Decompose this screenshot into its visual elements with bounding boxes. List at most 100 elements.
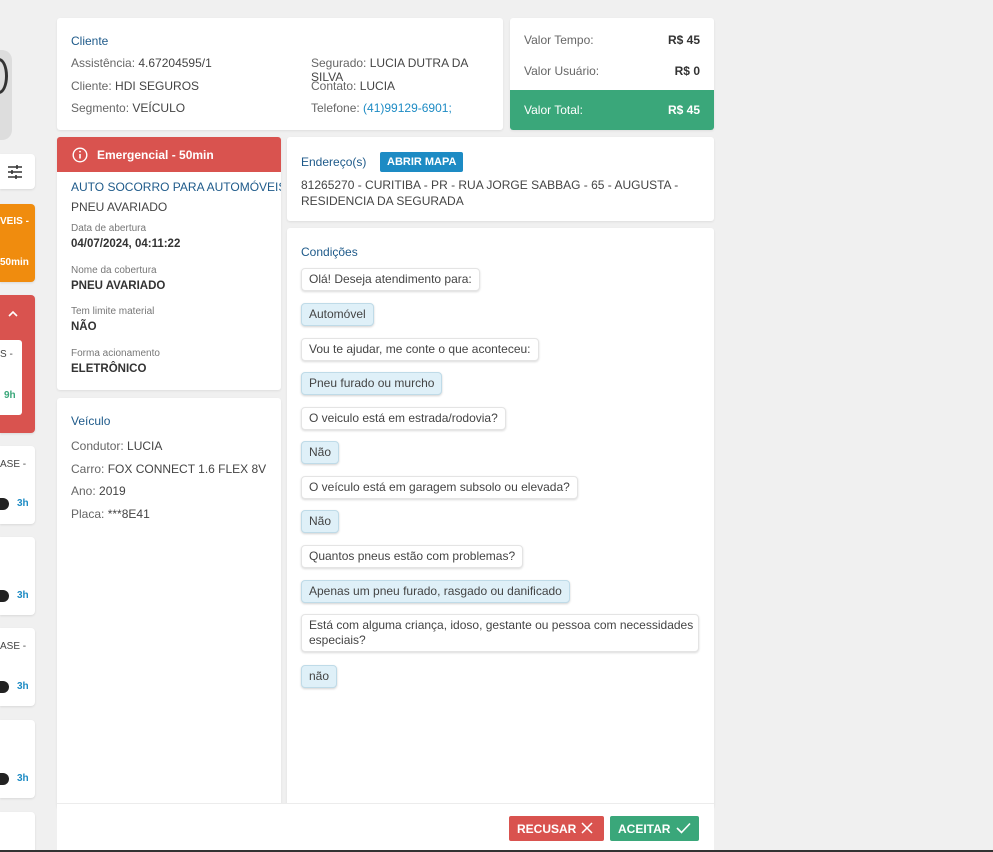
- check-icon: [676, 822, 691, 834]
- open-map-label: ABRIR MAPA: [387, 156, 457, 168]
- chevron-up-icon: [8, 310, 18, 317]
- open-map-button[interactable]: ABRIR MAPA: [380, 152, 464, 172]
- address-line-1: 81265270 - CURITIBA - PR - RUA JORGE SAB…: [301, 178, 679, 192]
- avatar-icon: [0, 58, 8, 94]
- list-item[interactable]: [0, 812, 35, 852]
- conditions-title: Condições: [301, 245, 358, 259]
- acionamento-label: Forma acionamento: [71, 348, 160, 359]
- segurado-label: Segurado:: [311, 56, 367, 70]
- reject-label: RECUSAR: [517, 822, 577, 836]
- conditions-card: Condições Olá! Deseja atendimento para: …: [287, 228, 714, 808]
- ano-value: 2019: [99, 484, 126, 498]
- list-item-time: 3h: [17, 498, 29, 509]
- carro-label: Carro:: [71, 462, 105, 476]
- values-card: Valor Tempo: R$ 45 Valor Usuário: R$ 0 V…: [510, 18, 714, 130]
- contato-value: LUCIA: [359, 79, 396, 93]
- answer-chip: Não: [301, 510, 340, 533]
- clock-icon: [0, 590, 9, 602]
- reject-button[interactable]: RECUSAR: [509, 816, 604, 841]
- list-item[interactable]: ASE - 3h: [0, 628, 35, 706]
- accept-label: ACEITAR: [618, 822, 671, 836]
- condutor-label: Condutor:: [71, 439, 124, 453]
- filter-button[interactable]: [0, 154, 35, 189]
- valor-tempo-value: R$ 45: [667, 33, 700, 47]
- list-item-time: 3h: [17, 681, 29, 692]
- ano-row: Ano: 2019: [71, 484, 126, 498]
- valor-total-value: R$ 45: [667, 103, 700, 117]
- telefone-link[interactable]: (41)99129-6901;: [363, 101, 452, 115]
- accept-button[interactable]: ACEITAR: [610, 816, 699, 841]
- list-item-text: ASE -: [0, 459, 27, 470]
- clock-icon: [0, 681, 9, 693]
- limite-label: Tem limite material: [71, 306, 155, 317]
- question-chip: O veículo está em garagem subsolo ou ele…: [301, 476, 578, 499]
- question-chip: Quantos pneus estão com problemas?: [301, 545, 524, 568]
- condutor-value: LUCIA: [127, 439, 163, 453]
- service-title: AUTO SOCORRO PARA AUTOMÓVEIS: [71, 180, 281, 194]
- question-line-2: especiais?: [309, 633, 366, 647]
- cliente-row: Cliente: HDI SEGUROS: [71, 79, 199, 93]
- info-icon: [72, 147, 88, 163]
- answer-chip: Apenas um pneu furado, rasgado ou danifi…: [301, 580, 570, 603]
- emergency-banner: Emergencial - 50min: [57, 137, 281, 172]
- list-item[interactable]: 3h: [0, 537, 35, 615]
- list-item-selected[interactable]: S - 9h: [0, 295, 35, 433]
- placa-row: Placa: ***8E41: [71, 507, 150, 521]
- question-chip: Está com alguma criança, idoso, gestante…: [301, 614, 699, 652]
- valor-total-bar: Valor Total: R$ 45: [510, 90, 714, 130]
- vehicle-title: Veículo: [71, 414, 111, 428]
- limite-value: NÃO: [71, 321, 97, 333]
- placa-value: ***8E41: [107, 507, 150, 521]
- service-subtitle: PNEU AVARIADO: [71, 200, 168, 214]
- address-line-2: RESIDENCIA DA SEGURADA: [301, 194, 464, 208]
- cliente-value: HDI SEGUROS: [115, 79, 200, 93]
- valor-tempo-label: Valor Tempo:: [524, 33, 594, 47]
- list-item-text: ASE -: [0, 641, 27, 652]
- clock-icon: [0, 773, 9, 785]
- cobertura-value: PNEU AVARIADO: [71, 280, 166, 292]
- condutor-row: Condutor: LUCIA: [71, 439, 162, 453]
- list-item[interactable]: [0, 50, 12, 140]
- answer-chip: Pneu furado ou murcho: [301, 372, 443, 395]
- valor-usuario-value: R$ 0: [674, 64, 700, 78]
- ano-label: Ano:: [71, 484, 96, 498]
- emergency-banner-text: Emergencial - 50min: [97, 148, 214, 162]
- list-item-time: 3h: [17, 590, 29, 601]
- list-item-emergency[interactable]: VEIS - 50min: [0, 204, 35, 282]
- list-item-time: 9h: [4, 390, 16, 401]
- assistencia-label: Assistência:: [71, 56, 136, 70]
- segmento-value: VEÍCULO: [132, 101, 186, 115]
- cobertura-label: Nome da cobertura: [71, 265, 157, 276]
- segmento-row: Segmento: VEÍCULO: [71, 101, 185, 115]
- question-chip: O veiculo está em estrada/rodovia?: [301, 407, 506, 430]
- segmento-label: Segmento:: [71, 101, 130, 115]
- question-chip: Vou te ajudar, me conte o que aconteceu:: [301, 338, 539, 361]
- close-icon: [581, 822, 593, 834]
- carro-row: Carro: FOX CONNECT 1.6 FLEX 8V: [71, 462, 266, 476]
- vehicle-card: Veículo Condutor: LUCIA Carro: FOX CONNE…: [57, 398, 281, 808]
- address-title: Endereço(s): [301, 155, 367, 169]
- list-item-text: VEIS -: [0, 216, 29, 227]
- assistencia-value: 4.67204595/1: [138, 56, 212, 70]
- list-item[interactable]: ASE - 3h: [0, 446, 35, 524]
- actions-footer: RECUSAR ACEITAR: [57, 803, 714, 852]
- carro-value: FOX CONNECT 1.6 FLEX 8V: [107, 462, 267, 476]
- left-list: VEIS - 50min S - 9h ASE - 3h 3h ASE - 3h…: [0, 0, 40, 852]
- question-chip: Olá! Deseja atendimento para:: [301, 268, 480, 291]
- acionamento-value: ELETRÔNICO: [71, 363, 147, 375]
- telefone-label: Telefone:: [311, 101, 360, 115]
- list-item-time: 50min: [0, 257, 29, 268]
- answer-chip: não: [301, 665, 338, 688]
- cliente-label: Cliente:: [71, 79, 112, 93]
- question-line-1: Está com alguma criança, idoso, gestante…: [309, 618, 694, 632]
- client-card: Cliente Assistência: 4.67204595/1 Client…: [57, 18, 503, 130]
- abertura-value: 04/07/2024, 04:11:22: [71, 238, 181, 250]
- list-item[interactable]: 3h: [0, 720, 35, 798]
- answer-chip: Não: [301, 441, 340, 464]
- service-card: Emergencial - 50min AUTO SOCORRO PARA AU…: [57, 137, 281, 390]
- clock-icon: [0, 498, 9, 510]
- sliders-icon: [8, 165, 22, 179]
- contato-label: Contato:: [311, 79, 357, 93]
- list-item-inner: S - 9h: [0, 340, 22, 415]
- valor-total-label: Valor Total:: [524, 103, 583, 117]
